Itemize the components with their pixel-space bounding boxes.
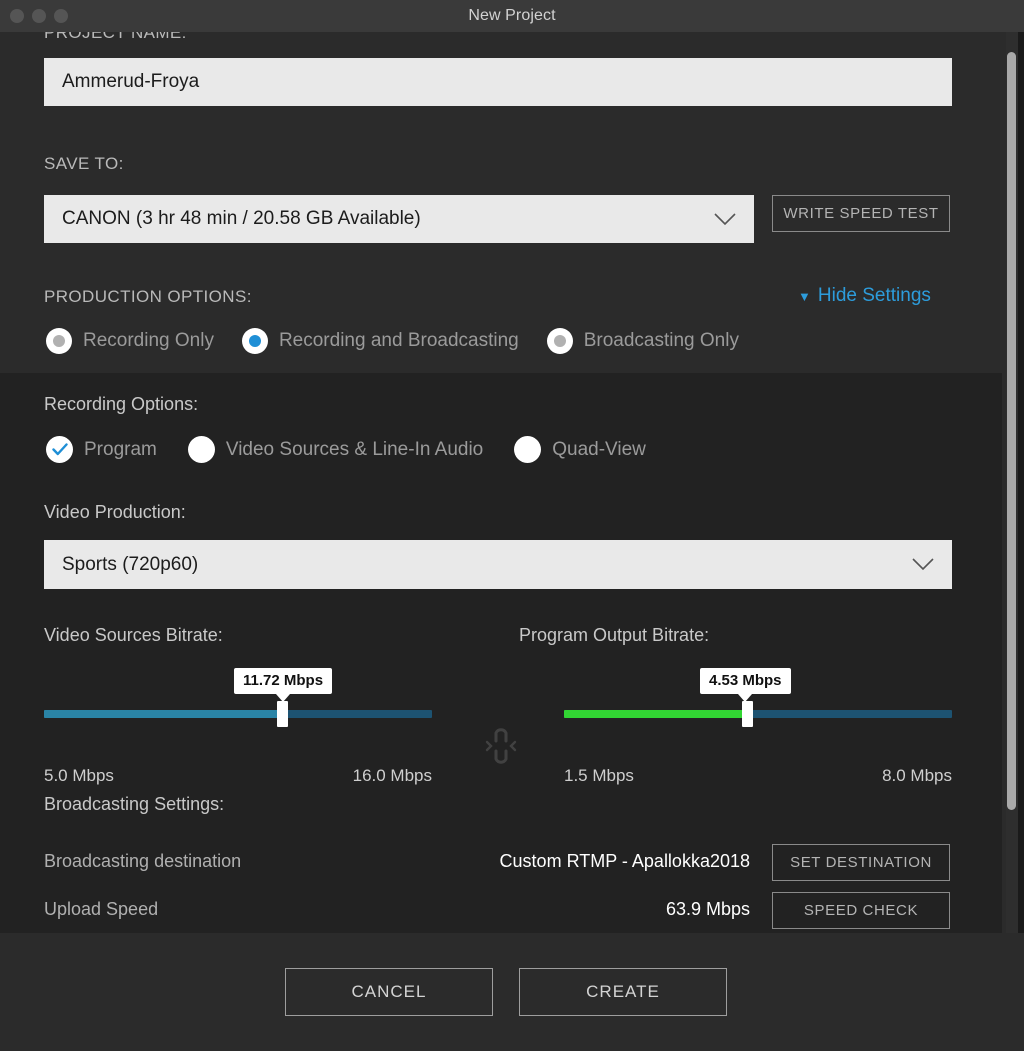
project-name-input[interactable] bbox=[44, 58, 952, 106]
production-mode-radio-group: Recording Only Recording and Broadcastin… bbox=[46, 328, 739, 354]
new-project-dialog: New Project PROJECT NAME: SAVE TO: CANON… bbox=[0, 0, 1024, 1051]
video-sources-bitrate-min: 5.0 Mbps bbox=[44, 766, 114, 785]
window-title: New Project bbox=[468, 7, 556, 24]
video-production-label: Video Production: bbox=[44, 502, 186, 522]
program-output-bitrate-label: Program Output Bitrate: bbox=[519, 625, 710, 645]
broken-link-glyph bbox=[485, 728, 517, 764]
slider-fill bbox=[44, 710, 283, 718]
radio-label: Recording Only bbox=[83, 330, 214, 351]
radio-recording-only[interactable]: Recording Only bbox=[46, 328, 214, 354]
video-sources-bitrate-max: 16.0 Mbps bbox=[352, 766, 432, 785]
slider-track[interactable] bbox=[44, 710, 432, 718]
write-speed-test-button[interactable]: WRITE SPEED TEST bbox=[772, 195, 950, 232]
broken-link-icon[interactable] bbox=[483, 722, 519, 775]
video-production-dropdown[interactable]: Sports (720p60) bbox=[44, 540, 952, 589]
zoom-button[interactable] bbox=[54, 9, 68, 23]
hide-settings-toggle[interactable]: ▼ Hide Settings bbox=[798, 285, 931, 307]
checkbox-quad-view[interactable]: Quad-View bbox=[514, 436, 646, 463]
program-output-bitrate-max: 8.0 Mbps bbox=[882, 766, 952, 785]
slider-handle[interactable] bbox=[742, 701, 753, 727]
checkbox-indicator-checked bbox=[46, 436, 73, 463]
radio-label: Recording and Broadcasting bbox=[278, 330, 519, 351]
checkbox-indicator bbox=[514, 436, 542, 463]
video-sources-bitrate-label: Video Sources Bitrate: bbox=[44, 625, 223, 645]
checkbox-label: Video Sources & Line-In Audio bbox=[225, 438, 484, 460]
broadcasting-settings-label: Broadcasting Settings: bbox=[44, 794, 225, 814]
checkbox-label: Quad-View bbox=[552, 438, 646, 460]
radio-indicator-selected bbox=[241, 328, 268, 354]
window-right-edge bbox=[1018, 32, 1024, 1051]
slider-handle[interactable] bbox=[277, 701, 288, 727]
broadcasting-destination-value: Custom RTMP - Apallokka2018 bbox=[499, 851, 750, 871]
hide-settings-label: Hide Settings bbox=[817, 285, 931, 306]
speed-check-button[interactable]: SPEED CHECK bbox=[772, 892, 950, 929]
video-production-selected-value: Sports (720p60) bbox=[62, 553, 199, 575]
chevron-down-icon bbox=[912, 558, 934, 571]
triangle-down-icon: ▼ bbox=[798, 288, 811, 304]
save-to-dropdown[interactable]: CANON (3 hr 48 min / 20.58 GB Available) bbox=[44, 195, 754, 243]
save-to-selected-value: CANON (3 hr 48 min / 20.58 GB Available) bbox=[62, 208, 421, 229]
close-button[interactable] bbox=[10, 9, 24, 23]
check-icon bbox=[51, 443, 68, 456]
minimize-button[interactable] bbox=[32, 9, 46, 23]
radio-indicator bbox=[46, 328, 72, 354]
video-sources-bitrate-value-bubble: 11.72 Mbps bbox=[234, 668, 333, 702]
chevron-down-icon bbox=[714, 212, 736, 225]
checkbox-program[interactable]: Program bbox=[46, 436, 157, 463]
broadcasting-destination-label: Broadcasting destination bbox=[44, 851, 242, 871]
checkbox-video-sources-line-in-audio[interactable]: Video Sources & Line-In Audio bbox=[187, 436, 484, 463]
upload-speed-label: Upload Speed bbox=[44, 899, 159, 919]
project-name-label: PROJECT NAME: bbox=[44, 32, 187, 42]
vertical-scrollbar-thumb[interactable] bbox=[1007, 52, 1016, 810]
window-titlebar: New Project bbox=[0, 0, 1024, 32]
save-to-label: SAVE TO: bbox=[44, 154, 124, 173]
slider-track[interactable] bbox=[564, 710, 952, 718]
set-destination-button[interactable]: SET DESTINATION bbox=[772, 844, 950, 881]
checkbox-label: Program bbox=[84, 438, 157, 460]
radio-label: Broadcasting Only bbox=[583, 330, 739, 351]
window-controls bbox=[10, 9, 68, 23]
recording-options-checkbox-group: Program Video Sources & Line-In Audio Qu… bbox=[46, 436, 646, 463]
create-button[interactable]: CREATE bbox=[519, 968, 727, 1016]
recording-options-label: Recording Options: bbox=[44, 394, 199, 414]
radio-indicator bbox=[546, 328, 573, 354]
slider-fill bbox=[564, 710, 748, 718]
radio-recording-and-broadcasting[interactable]: Recording and Broadcasting bbox=[241, 328, 519, 354]
production-options-label: PRODUCTION OPTIONS: bbox=[44, 287, 252, 306]
radio-broadcasting-only[interactable]: Broadcasting Only bbox=[546, 328, 739, 354]
checkbox-indicator bbox=[187, 436, 215, 463]
settings-scroll-area[interactable]: PROJECT NAME: SAVE TO: CANON (3 hr 48 mi… bbox=[0, 32, 1024, 933]
video-sources-bitrate-slider[interactable]: 11.72 Mbps bbox=[44, 668, 432, 728]
upload-speed-value: 63.9 Mbps bbox=[665, 899, 750, 919]
dialog-footer: CANCEL CREATE bbox=[0, 933, 1024, 1051]
cancel-button[interactable]: CANCEL bbox=[285, 968, 493, 1016]
program-output-bitrate-min: 1.5 Mbps bbox=[564, 766, 634, 785]
program-output-bitrate-slider[interactable]: 4.53 Mbps bbox=[564, 668, 952, 728]
program-output-bitrate-value-bubble: 4.53 Mbps bbox=[700, 668, 791, 702]
